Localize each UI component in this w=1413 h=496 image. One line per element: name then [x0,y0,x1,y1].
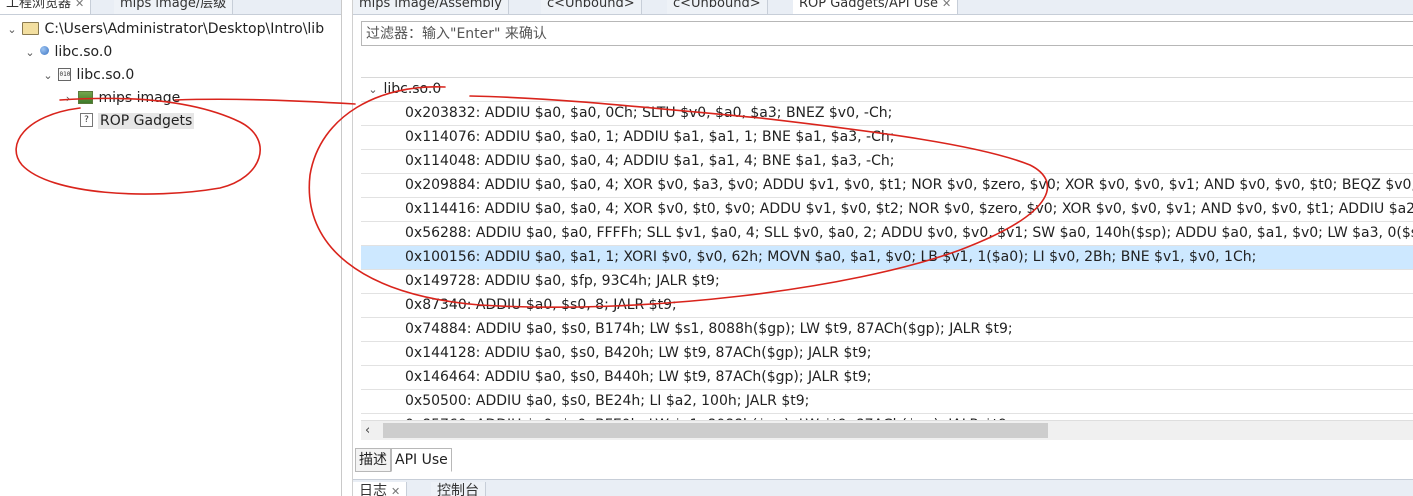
gadget-row[interactable]: 0x114048: ADDIU $a0, $a0, 4; ADDIU $a1, … [361,150,1413,174]
close-icon[interactable]: ✕ [942,0,951,10]
scroll-left-icon[interactable]: ‹ [365,421,370,440]
gadget-row[interactable]: 0x146464: ADDIU $a0, $s0, B440h; LW $t9,… [361,366,1413,390]
scrollbar-thumb[interactable] [383,423,1048,438]
tab-assembly[interactable]: mips image/Assembly [353,0,509,14]
tree-item-mips-image[interactable]: › mips image [62,87,180,109]
tab-hierarchy[interactable]: mips image/层级 [114,0,234,14]
tab-label: c<Unbound> [673,0,761,11]
tab-console[interactable]: 控制台 [431,482,486,496]
gadget-list: 0x203832: ADDIU $a0, $a0, 0Ch; SLTU $v0,… [361,102,1413,421]
results-root-label: libc.so.0 [383,81,442,97]
chevron-down-icon[interactable]: ⌄ [367,78,379,101]
program-icon [40,45,50,55]
binary-file-icon: 010 [58,67,72,81]
tab-label: mips image/Assembly [359,0,502,11]
gadget-row[interactable]: 0x100156: ADDIU $a0, $a1, 1; XORI $v0, $… [361,246,1413,270]
gadget-row[interactable]: 0x209884: ADDIU $a0, $a0, 4; XOR $v0, $a… [361,174,1413,198]
tab-label: c<Unbound> [547,0,635,11]
filter-input[interactable] [366,22,1413,45]
tree-root[interactable]: ⌄ C:\Users\Administrator\Desktop\Intro\l… [6,18,324,40]
rop-gadgets-view: mips image/Assembly c<Unbound> c<Unbound… [352,0,1413,496]
tab-unbound-1[interactable]: c<Unbound> [541,0,642,14]
chevron-down-icon[interactable]: ⌄ [42,65,54,87]
chevron-down-icon[interactable]: ⌄ [24,42,36,64]
tree-item-label: mips image [98,90,181,106]
gadget-row[interactable]: 0x203832: ADDIU $a0, $a0, 0Ch; SLTU $v0,… [361,102,1413,126]
console-tabstrip: 日志 ✕ 控制台 [353,479,1413,496]
chevron-right-icon[interactable]: › [62,88,74,110]
tab-label: 工程浏览器 [6,0,72,11]
gadget-row[interactable]: 0x144128: ADDIU $a0, $s0, B420h; LW $t9,… [361,342,1413,366]
horizontal-scrollbar[interactable]: ‹ [361,420,1413,440]
tab-label: 控制台 [437,483,479,496]
close-icon[interactable]: ✕ [391,485,400,496]
gadget-row[interactable]: 0x56288: ADDIU $a0, $a0, FFFFh; SLL $v1,… [361,222,1413,246]
tab-description[interactable]: 描述 [355,448,391,472]
tree-item-label: ROP Gadgets [98,113,195,129]
tab-label: mips image/层级 [120,0,227,11]
tab-unbound-2[interactable]: c<Unbound> [667,0,768,14]
tab-project-browser[interactable]: 工程浏览器 ✕ [0,0,92,14]
image-icon [78,90,94,104]
tab-label: 日志 [359,483,387,496]
gadget-row[interactable]: 0x74884: ADDIU $a0, $s0, B174h; LW $s1, … [361,318,1413,342]
unknown-file-icon: ? [80,113,93,127]
tab-log[interactable]: 日志 ✕ [353,482,408,496]
results-root[interactable]: ⌄ libc.so.0 [361,78,1413,102]
gadget-row[interactable]: 0x114076: ADDIU $a0, $a0, 1; ADDIU $a1, … [361,126,1413,150]
tree-program[interactable]: ⌄ libc.so.0 [24,41,112,63]
tree-file-label: libc.so.0 [76,67,135,83]
gadget-row[interactable]: 0x87340: ADDIU $a0, $s0, 8; JALR $t9; [361,294,1413,318]
tab-label: ROP Gadgets/API Use [799,0,939,11]
gadget-row[interactable]: 0x50500: ADDIU $a0, $s0, BE24h; LI $a2, … [361,390,1413,414]
tree-program-label: libc.so.0 [54,44,113,60]
filter-box[interactable] [361,21,1413,46]
gadget-results-tree[interactable]: ⌄ libc.so.0 0x203832: ADDIU $a0, $a0, 0C… [361,77,1413,421]
editor-tabstrip: mips image/Assembly c<Unbound> c<Unbound… [353,0,1413,15]
tree-file[interactable]: ⌄ 010 libc.so.0 [42,64,134,86]
tab-api-use[interactable]: API Use [391,448,452,472]
folder-icon [22,21,40,35]
tab-rop-gadgets-api-use[interactable]: ROP Gadgets/API Use ✕ [793,0,959,14]
chevron-down-icon[interactable]: ⌄ [6,19,18,41]
gadget-row[interactable]: 0x149728: ADDIU $a0, $fp, 93C4h; JALR $t… [361,270,1413,294]
close-icon[interactable]: ✕ [75,0,84,10]
tree-root-label: C:\Users\Administrator\Desktop\Intro\lib [44,21,325,37]
project-browser-panel: 工程浏览器 ✕ mips image/层级 ⌄ C:\Users\Administ… [0,0,342,496]
left-tabstrip: 工程浏览器 ✕ mips image/层级 [0,0,341,15]
detail-tabs: 描述 API Use [355,448,452,472]
tree-item-rop-gadgets[interactable]: ? ROP Gadgets [80,110,195,132]
gadget-row[interactable]: 0x114416: ADDIU $a0, $a0, 4; XOR $v0, $t… [361,198,1413,222]
